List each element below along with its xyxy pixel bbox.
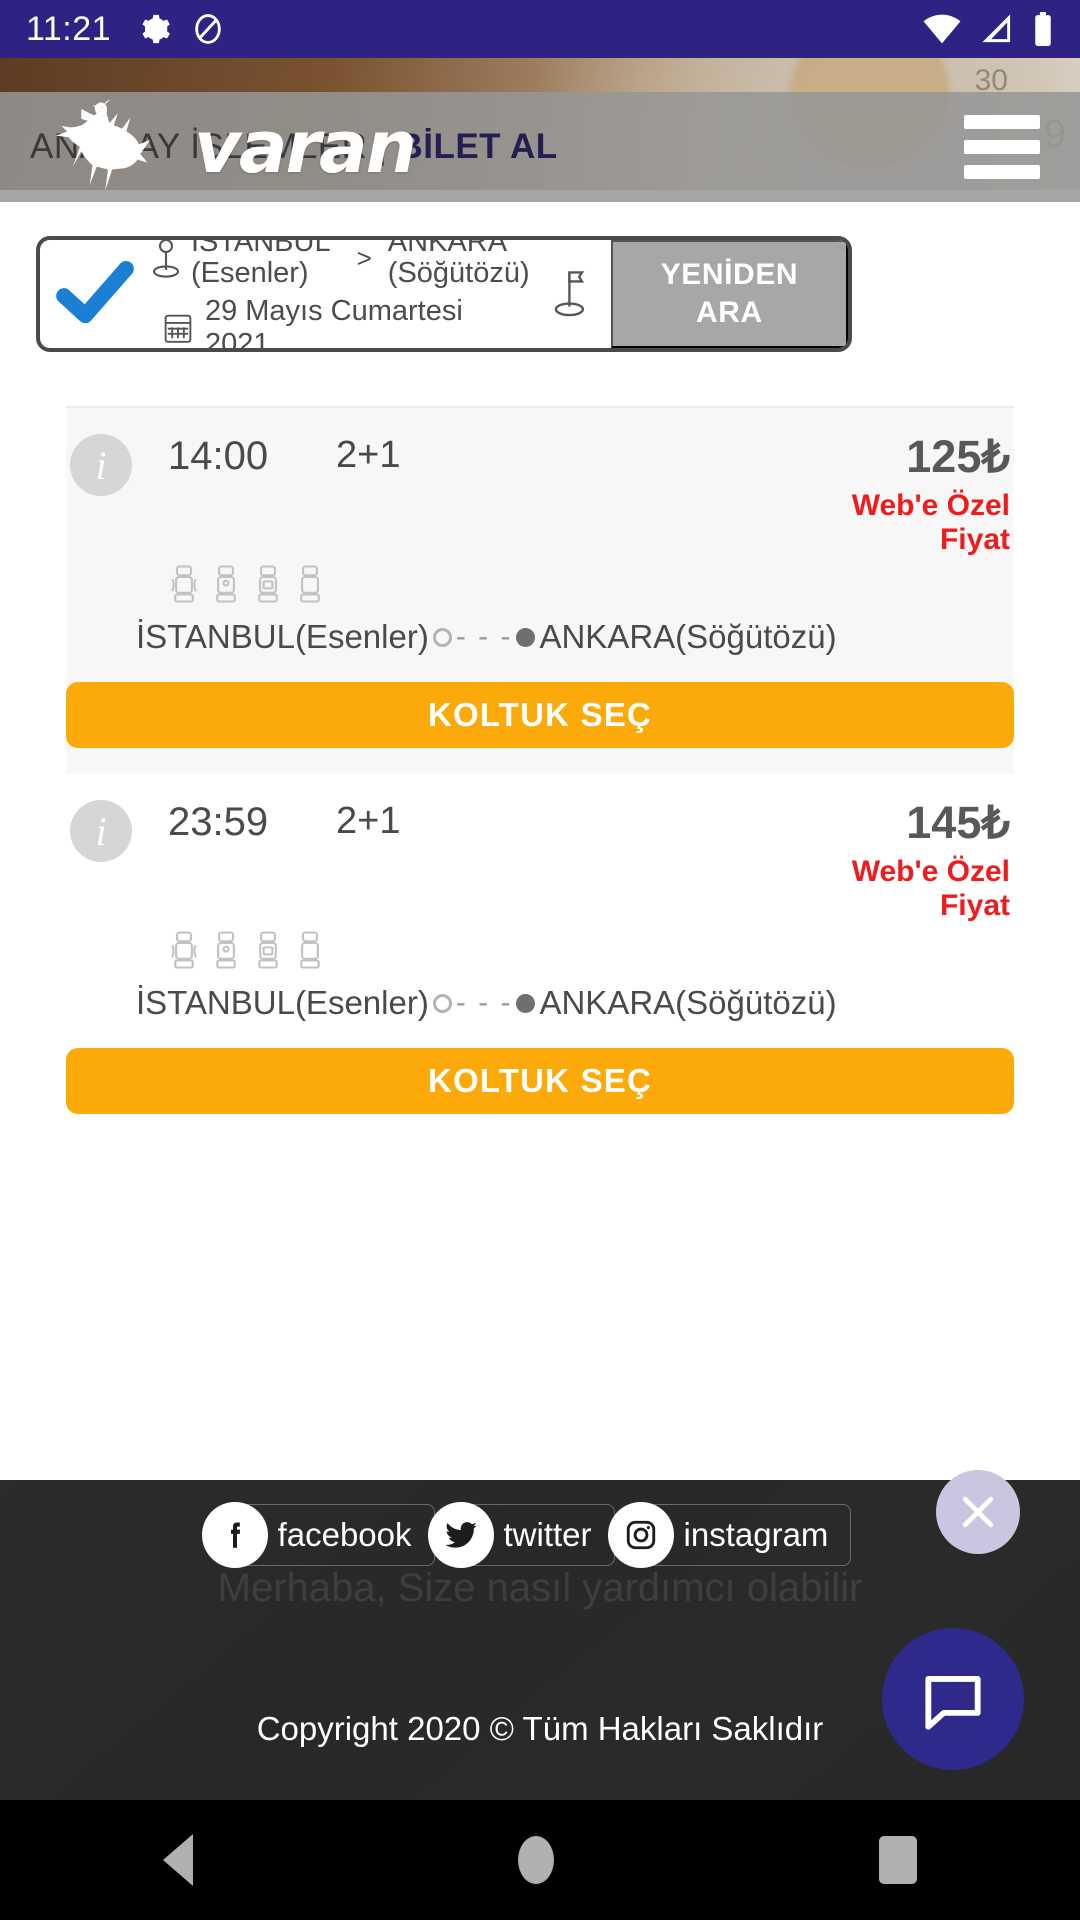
tv-seat-icon <box>254 930 282 970</box>
summary-origin: İSTANBUL (Esenler) <box>190 236 331 289</box>
research-button-line1: YENİDEN <box>660 257 799 291</box>
summary-origin-terminal: (Esenler) <box>190 257 309 289</box>
close-icon[interactable] <box>936 1470 1020 1554</box>
trip-seat-layout: 2+1 <box>336 434 401 476</box>
hamburger-bar <box>964 165 1040 179</box>
calendar-icon <box>163 312 193 344</box>
trip-origin: İSTANBUL <box>136 984 295 1022</box>
trip-route: İSTANBUL (Esenler) - - - ANKARA (Söğütöz… <box>136 984 1014 1022</box>
do-not-disturb-icon <box>191 12 225 46</box>
summary-date: 29 Mayıs Cumartesi 2021 <box>204 295 463 352</box>
trip-price: 125₺ <box>906 431 1010 482</box>
summary-details: İSTANBUL (Esenler) > ANKARA (Söğütözü) 2… <box>151 240 536 348</box>
summary-date-row: 29 Mayıs Cumartesi 2021 <box>151 295 530 352</box>
trip-destination: ANKARA <box>539 618 676 656</box>
seat-icon <box>296 564 324 604</box>
chat-ghost-text: Merhaba, Size nasıl yardımcı olabilir <box>217 1566 863 1610</box>
instagram-icon <box>607 1502 674 1568</box>
route-arrow-icon: > <box>356 242 372 273</box>
select-seat-button[interactable]: KOLTUK SEÇ <box>66 1048 1014 1115</box>
trip-card[interactable]: i 23:59 2+1 145₺ Web'e Özel Fiyat İSTANB… <box>66 774 1014 1140</box>
summary-destination-terminal: (Söğütözü) <box>387 257 530 289</box>
back-triangle-icon[interactable] <box>162 1834 193 1886</box>
gear-icon <box>137 12 171 46</box>
trip-promo-label: Web'e Özel Fiyat <box>851 855 1010 922</box>
info-icon[interactable]: i <box>70 800 132 863</box>
trip-destination-terminal: (Söğütözü) <box>675 618 837 656</box>
status-left-icons <box>137 12 225 46</box>
usb-seat-icon <box>212 930 240 970</box>
site-nav-links[interactable]: ANA SAY İŞLEMLER | BİLET AL <box>30 127 558 167</box>
summary-destination-city: ANKARA <box>387 236 508 258</box>
phone-screen: 11:21 30 ANA SAY İŞLEMLER | BİLET AL var… <box>0 0 1080 1920</box>
trip-price-block: 125₺ Web'e Özel Fiyat <box>820 434 1014 556</box>
status-time: 11:21 <box>26 9 112 48</box>
hamburger-bar <box>964 115 1040 129</box>
status-right-icons <box>922 12 1054 46</box>
android-nav-bar <box>0 1800 1080 1920</box>
summary-origin-city: İSTANBUL <box>190 236 331 258</box>
route-origin-dot <box>432 627 452 647</box>
hamburger-icon[interactable] <box>964 115 1040 179</box>
site-header: ANA SAY İŞLEMLER | BİLET AL varan <box>0 92 1080 202</box>
route-dashes: - - - <box>455 620 513 654</box>
trip-summary-row: i 23:59 2+1 145₺ Web'e Özel Fiyat <box>66 800 1014 922</box>
wifi-seat-icon <box>170 930 198 970</box>
home-circle-icon[interactable] <box>517 1836 554 1884</box>
trip-promo-label: Web'e Özel Fiyat <box>851 489 1010 556</box>
summary-destination: ANKARA (Söğütözü) <box>387 236 530 289</box>
search-summary-bar: İSTANBUL (Esenler) > ANKARA (Söğütözü) 2… <box>36 236 852 352</box>
usb-seat-icon <box>212 564 240 604</box>
status-bar: 11:21 <box>0 0 1080 58</box>
hamburger-bar <box>964 140 1040 154</box>
trip-amenities <box>170 564 1014 604</box>
wifi-icon <box>922 13 962 45</box>
trip-origin-terminal: (Esenler) <box>294 984 429 1022</box>
trip-list: i 14:00 2+1 125₺ Web'e Özel Fiyat İSTANB… <box>66 406 1014 1140</box>
trip-departure-time: 23:59 <box>168 800 269 845</box>
cellular-signal-icon <box>978 13 1016 45</box>
nav-label-bilet-al[interactable]: BİLET AL <box>397 127 557 166</box>
trip-price-block: 145₺ Web'e Özel Fiyat <box>820 800 1014 922</box>
info-icon[interactable]: i <box>70 434 132 496</box>
trip-amenities <box>170 930 1014 970</box>
seat-icon <box>296 930 324 970</box>
research-button[interactable]: YENİDEN ARA <box>610 240 848 348</box>
trip-departure-time: 14:00 <box>168 434 269 478</box>
social-label-facebook: facebook <box>277 1516 412 1553</box>
route-destination-dot <box>516 993 536 1013</box>
trip-destination-terminal: (Söğütözü) <box>675 984 837 1022</box>
location-pin-icon <box>151 240 181 279</box>
social-links: facebook twitter instagram <box>0 1480 1080 1568</box>
trip-destination: ANKARA <box>539 984 676 1022</box>
twitter-icon <box>427 1502 494 1568</box>
select-seat-button[interactable]: KOLTUK SEÇ <box>66 682 1014 749</box>
summary-route-row: İSTANBUL (Esenler) > ANKARA (Söğütözü) <box>151 236 530 289</box>
trip-origin-terminal: (Esenler) <box>294 618 429 656</box>
research-button-line2: ARA <box>696 296 763 329</box>
recents-square-icon[interactable] <box>879 1836 918 1884</box>
route-dashes: - - - <box>455 986 513 1020</box>
trip-route: İSTANBUL (Esenler) - - - ANKARA (Söğütöz… <box>136 618 1014 656</box>
chat-bubble-icon[interactable] <box>882 1628 1024 1770</box>
battery-icon <box>1032 12 1054 46</box>
social-label-twitter: twitter <box>503 1516 592 1553</box>
nav-label-plain: ANA SAY İŞLEMLER | <box>30 127 398 166</box>
tv-seat-icon <box>254 564 282 604</box>
trip-summary-row: i 14:00 2+1 125₺ Web'e Özel Fiyat <box>66 434 1014 556</box>
trip-price: 145₺ <box>906 797 1010 849</box>
social-link-instagram[interactable]: instagram <box>607 1502 852 1568</box>
blue-check-icon <box>40 240 151 348</box>
trip-origin: İSTANBUL <box>136 618 295 656</box>
route-origin-dot <box>432 993 452 1013</box>
route-destination-dot <box>516 627 536 647</box>
wifi-seat-icon <box>170 564 198 604</box>
social-label-instagram: instagram <box>683 1516 829 1553</box>
facebook-icon <box>201 1502 268 1568</box>
social-link-twitter[interactable]: twitter <box>427 1502 615 1568</box>
trip-seat-layout: 2+1 <box>336 800 401 843</box>
social-link-facebook[interactable]: facebook <box>201 1502 435 1568</box>
destination-flag-icon <box>536 240 611 348</box>
trip-card[interactable]: i 14:00 2+1 125₺ Web'e Özel Fiyat İSTANB… <box>66 406 1014 775</box>
